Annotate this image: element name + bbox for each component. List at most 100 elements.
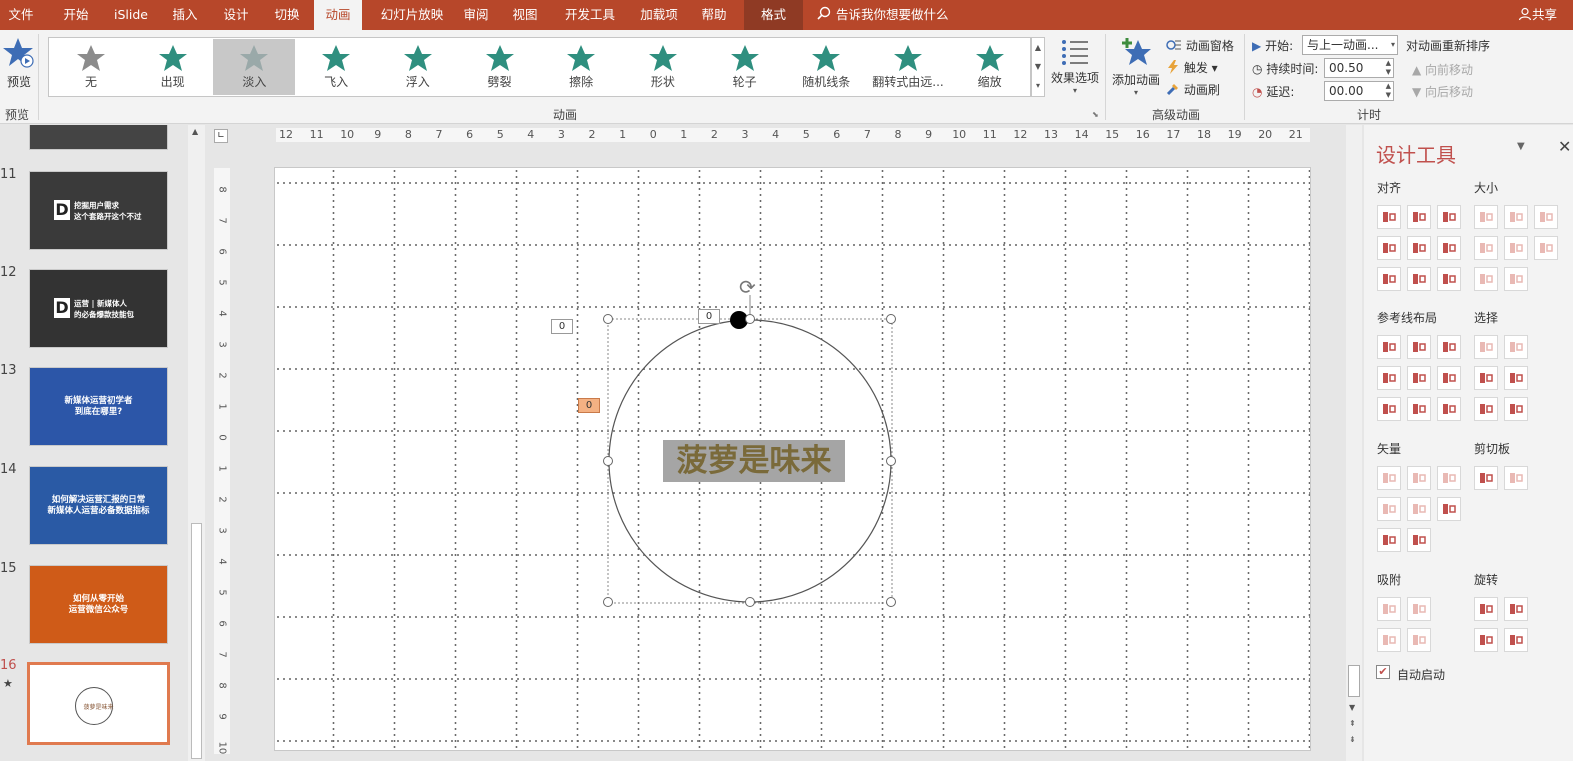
tool-button[interactable] — [1474, 366, 1498, 390]
tab-review[interactable]: 审阅 — [456, 0, 496, 30]
move-later-button[interactable]: ▼ 向后移动 — [1412, 83, 1473, 100]
tool-button[interactable] — [1407, 528, 1431, 552]
tool-button[interactable] — [1504, 267, 1528, 291]
tool-button[interactable] — [1437, 397, 1461, 421]
resize-handle[interactable] — [603, 456, 613, 466]
gallery-item-split[interactable]: 劈裂 — [459, 39, 541, 95]
tool-button[interactable] — [1407, 267, 1431, 291]
tool-button[interactable] — [1437, 205, 1461, 229]
scroll-thumb[interactable] — [1348, 665, 1360, 697]
tool-button[interactable] — [1504, 397, 1528, 421]
slide-text-box[interactable]: 菠萝是味来 — [663, 440, 845, 482]
tool-button[interactable] — [1474, 628, 1498, 652]
tool-button[interactable] — [1474, 597, 1498, 621]
tool-button[interactable] — [1437, 466, 1461, 490]
tab-insert[interactable]: 插入 — [162, 0, 208, 30]
tool-button[interactable] — [1377, 366, 1401, 390]
next-slide-icon[interactable]: ⇟ — [1349, 735, 1356, 744]
tool-button[interactable] — [1504, 466, 1528, 490]
gallery-item-grow-turn[interactable]: 翻转式由远... — [867, 39, 949, 95]
tab-slideshow[interactable]: 幻灯片放映 — [370, 0, 454, 30]
slide-canvas[interactable]: ⟳ 菠萝是味来 0 0 0 — [274, 167, 1311, 751]
gallery-item-fade[interactable]: 淡入 — [213, 39, 296, 95]
tool-button[interactable] — [1474, 236, 1498, 260]
resize-handle[interactable] — [745, 314, 755, 324]
scroll-down-icon[interactable]: ▼ — [1349, 703, 1355, 712]
tool-button[interactable] — [1377, 335, 1401, 359]
tab-transitions[interactable]: 切换 — [264, 0, 310, 30]
tool-button[interactable] — [1504, 205, 1528, 229]
resize-handle[interactable] — [603, 314, 613, 324]
resize-handle[interactable] — [886, 456, 896, 466]
gallery-item-shape[interactable]: 形状 — [622, 39, 704, 95]
tab-help[interactable]: 帮助 — [694, 0, 734, 30]
tool-button[interactable] — [1377, 205, 1401, 229]
slide-thumbnail[interactable]: D 挖掘用户需求 这个套路开这个不过 — [29, 171, 168, 250]
tool-button[interactable] — [1407, 628, 1431, 652]
tool-button[interactable] — [1437, 366, 1461, 390]
tell-me-search[interactable]: 告诉我你想要做什么 — [816, 0, 949, 30]
tool-button[interactable] — [1407, 397, 1431, 421]
tool-button[interactable] — [1474, 466, 1498, 490]
tool-button[interactable] — [1504, 335, 1528, 359]
gallery-item-none[interactable]: 无 — [50, 39, 132, 95]
slide-thumbnail[interactable]: 如何解决运营汇报的日常 新媒体人运营必备数据指标 — [29, 466, 168, 545]
delay-input[interactable]: 00.00 ▲ ▼ — [1324, 81, 1394, 101]
tool-button[interactable] — [1437, 497, 1461, 521]
add-animation-button[interactable]: 添加动画 ▾ — [1110, 36, 1162, 102]
canvas-scrollbar[interactable]: ▼ ⇞ ⇟ — [1346, 125, 1362, 761]
thumbnail-scrollbar[interactable]: ▲ — [188, 125, 205, 761]
slide-thumbnail[interactable]: D 运营 | 新媒体人 的必备爆款技能包 — [29, 269, 168, 348]
tool-button[interactable] — [1474, 267, 1498, 291]
tool-button[interactable] — [1377, 628, 1401, 652]
tool-button[interactable] — [1377, 528, 1401, 552]
tool-button[interactable] — [1377, 236, 1401, 260]
tool-button[interactable] — [1474, 205, 1498, 229]
tool-button[interactable] — [1377, 597, 1401, 621]
dialog-launcher-icon[interactable]: ⬊ — [1092, 110, 1099, 119]
move-earlier-button[interactable]: ▲ 向前移动 — [1412, 61, 1473, 78]
tab-home[interactable]: 开始 — [51, 0, 101, 30]
tab-islide[interactable]: iSlide — [106, 0, 156, 30]
tab-view[interactable]: 视图 — [505, 0, 545, 30]
auto-start-checkbox[interactable]: ✔ — [1376, 665, 1390, 679]
effect-options-button[interactable]: 效果选项 ▾ — [1050, 38, 1100, 100]
tool-button[interactable] — [1377, 267, 1401, 291]
animation-pane-button[interactable]: 动画窗格 — [1166, 37, 1234, 54]
resize-handle[interactable] — [603, 597, 613, 607]
slide-thumbnail-selected[interactable]: 菠萝是味来 — [27, 662, 170, 745]
tool-button[interactable] — [1407, 205, 1431, 229]
animation-order-tag-selected[interactable]: 0 — [578, 398, 600, 413]
slide-thumbnail[interactable]: 如何从零开始 运营微信公众号 — [29, 565, 168, 644]
tool-button[interactable] — [1474, 335, 1498, 359]
gallery-item-random-bars[interactable]: 随机线条 — [785, 39, 867, 95]
preview-button[interactable]: 预览 — [2, 36, 36, 98]
tool-button[interactable] — [1437, 236, 1461, 260]
resize-handle[interactable] — [886, 314, 896, 324]
slide-thumbnail[interactable]: 新媒体运营初学者 到底在哪里? — [29, 367, 168, 446]
tool-button[interactable] — [1377, 466, 1401, 490]
slide-thumbnail[interactable] — [29, 125, 168, 150]
tool-button[interactable] — [1504, 597, 1528, 621]
horizontal-ruler[interactable]: 12 11 10 9 8 7 6 5 4 3 2 1 0 1 2 3 4 5 6 7 8 9 10 11 12 13 14 15 16 1… — [276, 128, 1310, 142]
prev-slide-icon[interactable]: ⇞ — [1349, 719, 1356, 728]
close-icon[interactable]: ✕ — [1558, 137, 1571, 156]
animation-order-tag[interactable]: 0 — [551, 319, 573, 334]
tool-button[interactable] — [1504, 366, 1528, 390]
duration-input[interactable]: 00.50 ▲ ▼ — [1324, 58, 1394, 78]
start-dropdown[interactable]: 与上一动画... ▾ — [1302, 35, 1398, 55]
animation-painter-button[interactable]: 动画刷 — [1166, 81, 1220, 98]
tab-addins[interactable]: 加载项 — [634, 0, 684, 30]
tool-button[interactable] — [1407, 466, 1431, 490]
vertical-ruler[interactable]: 8 7 6 5 4 3 2 1 0 1 2 3 4 5 6 7 8 9 10 — [214, 168, 230, 754]
ruler-corner[interactable]: ∟ — [214, 129, 228, 143]
tab-file[interactable]: 文件 — [0, 0, 42, 30]
gallery-item-zoom[interactable]: 缩放 — [949, 39, 1031, 95]
tool-button[interactable] — [1437, 335, 1461, 359]
tool-button[interactable] — [1407, 597, 1431, 621]
animation-order-tag[interactable]: 0 — [698, 309, 720, 324]
resize-handle[interactable] — [886, 597, 896, 607]
tool-button[interactable] — [1504, 236, 1528, 260]
gallery-item-fly-in[interactable]: 飞入 — [295, 39, 377, 95]
scroll-up-icon[interactable]: ▲ — [192, 127, 198, 136]
